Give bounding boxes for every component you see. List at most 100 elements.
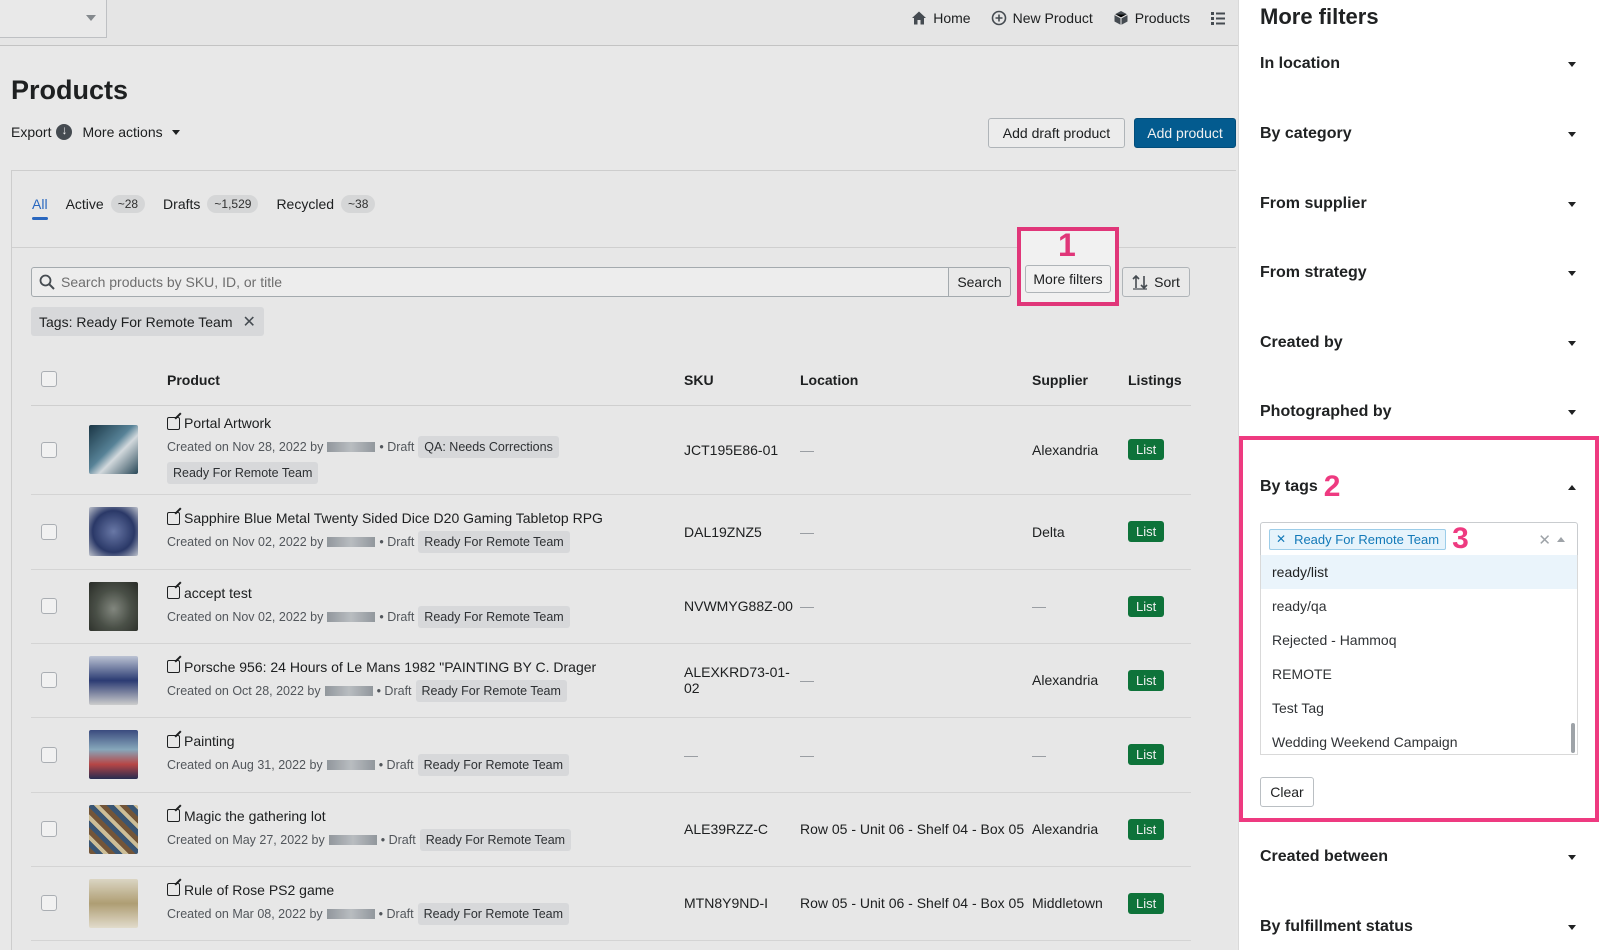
product-title-link[interactable]: Porsche 956: 24 Hours of Le Mans 1982 "P… [167,659,684,675]
tag-option[interactable]: ready/qa [1261,589,1577,623]
filter-section-category[interactable]: By category [1260,123,1580,145]
tab-recycled[interactable]: Recycled ~38 [276,195,376,213]
tag-option[interactable]: ready/list [1261,555,1577,589]
row-checkbox[interactable] [41,895,57,911]
filter-section-created-by[interactable]: Created by [1260,332,1580,354]
section-label: By category [1260,125,1352,142]
table-row[interactable]: Sapphire Blue Metal Twenty Sided Dice D2… [31,494,1191,570]
tab-active-label: Active [65,196,104,212]
nav-home[interactable]: Home [911,10,971,26]
product-title-link[interactable]: Sapphire Blue Metal Twenty Sided Dice D2… [167,510,684,526]
edit-icon[interactable] [167,883,180,896]
section-label: In location [1260,55,1340,72]
column-header-sku: SKU [684,356,800,406]
tab-drafts[interactable]: Drafts ~1,529 [163,195,259,213]
remove-tag-icon[interactable]: ✕ [1276,532,1286,546]
search-input[interactable] [61,274,921,290]
store-selector[interactable] [0,0,107,38]
dropdown-scrollbar[interactable] [1571,723,1575,753]
add-draft-product-button[interactable]: Add draft product [988,118,1125,148]
product-thumbnail[interactable] [89,507,138,556]
edit-icon[interactable] [167,809,180,822]
tab-active[interactable]: Active ~28 [65,195,146,213]
search-field[interactable] [31,267,949,297]
clear-button[interactable]: Clear [1260,777,1314,807]
list-button[interactable]: List [1128,892,1165,914]
filter-section-supplier[interactable]: From supplier [1260,193,1580,215]
table-row[interactable]: Porsche 956: 24 Hours of Le Mans 1982 "P… [31,643,1191,718]
tab-active-count: ~28 [110,195,146,213]
filter-section-photographed-by[interactable]: Photographed by [1260,401,1580,423]
product-thumbnail[interactable] [89,878,138,928]
list-button[interactable]: List [1128,439,1165,460]
section-label: From supplier [1260,195,1367,212]
nav-new-product[interactable]: New Product [991,10,1093,26]
product-title-link[interactable]: accept test [167,585,684,601]
section-label: Photographed by [1260,403,1392,420]
list-button[interactable]: List [1128,818,1165,840]
filter-section-location[interactable]: In location [1260,53,1580,75]
nav-menu[interactable] [1210,10,1226,26]
tags-combobox[interactable]: ✕ Ready For Remote Team 3 ✕ [1260,522,1578,556]
row-checkbox[interactable] [41,672,57,688]
tag-option[interactable]: Test Tag [1261,691,1577,725]
table-row[interactable]: Painting Created on Aug 31, 2022 by • Dra… [31,717,1191,793]
tag-option[interactable]: Wedding Weekend Campaign [1261,725,1577,754]
row-checkbox[interactable] [41,746,57,763]
product-thumbnail[interactable] [89,425,138,474]
product-thumbnail[interactable] [89,655,138,705]
product-meta: Created on May 27, 2022 by • Draft Ready F… [167,828,684,851]
filter-section-tags[interactable]: By tags 2 [1260,470,1580,503]
row-checkbox[interactable] [41,598,57,614]
filter-section-fulfillment[interactable]: By fulfillment status [1260,916,1580,938]
row-checkbox[interactable] [41,441,57,458]
caret-up-icon[interactable] [1557,537,1565,542]
list-button[interactable]: List [1128,521,1165,542]
table-row[interactable]: Rule of Rose PS2 game Created on Mar 08,… [31,866,1191,941]
product-thumbnail[interactable] [89,581,138,631]
table-row[interactable]: Magic the gathering lot Created on May 2… [31,792,1191,867]
edit-icon[interactable] [167,586,180,599]
product-thumbnail[interactable] [89,804,138,854]
tags-filter-highlight: By tags 2 ✕ Ready For Remote Team 3 ✕ re… [1239,436,1599,822]
tag-option[interactable]: REMOTE [1261,657,1577,691]
search-button[interactable]: Search [948,267,1011,297]
sort-button[interactable]: Sort [1122,267,1190,297]
add-product-button[interactable]: Add product [1134,118,1236,148]
row-checkbox[interactable] [41,523,57,540]
product-title-link[interactable]: Magic the gathering lot [167,808,684,824]
tab-all[interactable]: All [32,196,48,220]
row-checkbox[interactable] [41,821,57,837]
column-header-listings: Listings [1128,356,1191,406]
table-row[interactable]: accept test Created on Nov 02, 2022 by • … [31,569,1191,644]
export-button[interactable]: Export [11,123,73,140]
edit-icon[interactable] [167,734,180,748]
product-title: Painting [184,733,235,749]
column-header-location: Location [800,356,1032,406]
filter-section-created-between[interactable]: Created between [1260,846,1580,868]
list-button[interactable]: List [1128,595,1165,617]
product-title-link[interactable]: Painting [167,733,684,749]
table-row[interactable]: Portal Artwork Created on Nov 28, 2022 b… [31,405,1191,495]
edit-icon[interactable] [167,511,180,525]
tag-option[interactable]: Rejected - Hammoq [1261,623,1577,657]
filter-section-strategy[interactable]: From strategy [1260,262,1580,284]
box-icon [1113,10,1129,26]
select-all-checkbox[interactable] [41,370,57,387]
list-button[interactable]: List [1128,744,1165,765]
caret-down-icon [171,129,180,135]
clear-selection-icon[interactable]: ✕ [1538,531,1551,549]
list-button[interactable]: List [1128,669,1165,691]
edit-icon[interactable] [167,660,180,673]
product-thumbnail[interactable] [89,730,138,779]
product-title-link[interactable]: Portal Artwork [167,415,684,431]
more-actions-button[interactable]: More actions [82,124,180,140]
status-text: • Draft [380,832,416,847]
more-filters-button[interactable]: More filters [1025,265,1111,293]
nav-products[interactable]: Products [1113,10,1190,26]
close-icon[interactable]: ✕ [243,312,256,332]
product-title-link[interactable]: Rule of Rose PS2 game [167,882,684,898]
page-subactions: Export More actions [11,123,180,140]
active-filter-chip: Tags: Ready For Remote Team ✕ [31,307,264,336]
edit-icon[interactable] [167,416,180,430]
